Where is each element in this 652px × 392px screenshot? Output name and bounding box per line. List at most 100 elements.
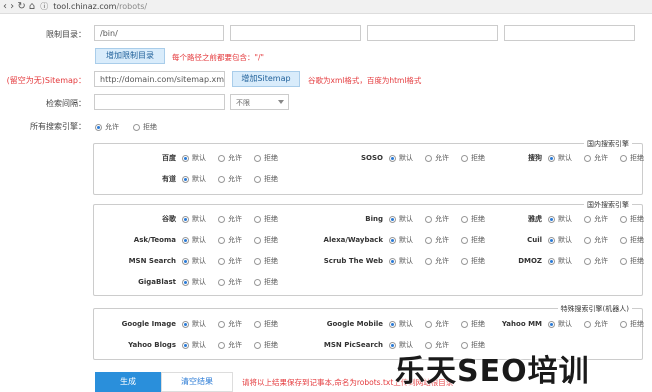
radio-option[interactable]: 允许 [425, 319, 461, 329]
radio-option[interactable]: 默认 [389, 319, 425, 329]
restrict-dir-input-3[interactable] [367, 25, 498, 41]
site-info-icon[interactable]: ⓘ [40, 2, 48, 12]
radio-option[interactable]: 默认 [182, 319, 218, 329]
radio-option[interactable]: 默认 [548, 256, 584, 266]
restrict-dir-input-1[interactable]: /bin/ [94, 25, 224, 41]
radio-icon[interactable] [425, 320, 432, 328]
radio-icon[interactable] [218, 257, 225, 265]
radio-icon[interactable] [548, 215, 555, 223]
radio-option[interactable]: 拒绝 [620, 153, 652, 163]
radio-icon[interactable] [425, 215, 432, 223]
generate-button[interactable]: 生成 [95, 372, 161, 392]
radio-icon[interactable] [254, 236, 261, 244]
radio-icon[interactable] [133, 123, 140, 131]
radio-icon[interactable] [548, 320, 555, 328]
radio-icon[interactable] [218, 236, 225, 244]
radio-icon[interactable] [218, 320, 225, 328]
radio-icon[interactable] [182, 320, 189, 328]
radio-icon[interactable] [620, 257, 627, 265]
engine-options[interactable]: 默认 允许 拒绝 [548, 319, 652, 329]
radio-option[interactable]: 允许 [425, 153, 461, 163]
radio-option[interactable]: 允许 [218, 340, 254, 350]
address-bar[interactable]: ‹ › ↻ ⌂ ⓘ tool.chinaz.com/robots/ [0, 0, 652, 14]
radio-option[interactable]: 允许 [425, 235, 461, 245]
engine-options[interactable]: 默认 允许 拒绝 [182, 174, 290, 184]
radio-option[interactable]: 允许 [425, 256, 461, 266]
radio-icon[interactable] [584, 257, 591, 265]
radio-icon[interactable] [425, 236, 432, 244]
radio-icon[interactable] [182, 175, 189, 183]
radio-icon[interactable] [254, 341, 261, 349]
radio-icon[interactable] [254, 320, 261, 328]
radio-icon[interactable] [389, 215, 396, 223]
engine-options[interactable]: 默认 允许 拒绝 [548, 153, 652, 163]
sitemap-input[interactable]: http://domain.com/sitemap.xml [94, 71, 225, 87]
radio-option[interactable]: 允许 [218, 214, 254, 224]
radio-option[interactable]: 允许 [218, 174, 254, 184]
radio-icon[interactable] [254, 154, 261, 162]
radio-icon[interactable] [218, 175, 225, 183]
restrict-dir-input-4[interactable] [504, 25, 635, 41]
radio-option[interactable]: 默认 [182, 277, 218, 287]
radio-option[interactable]: 默认 [548, 214, 584, 224]
radio-option[interactable]: 默认 [182, 174, 218, 184]
radio-icon[interactable] [548, 257, 555, 265]
radio-option[interactable]: 拒绝 [133, 122, 157, 132]
radio-option[interactable]: 拒绝 [254, 277, 290, 287]
radio-option[interactable]: 允许 [218, 256, 254, 266]
radio-option[interactable]: 允许 [95, 122, 119, 132]
radio-option[interactable]: 默认 [389, 214, 425, 224]
all-engines-radio-group[interactable]: 允许 拒绝 [95, 122, 157, 132]
radio-icon[interactable] [389, 154, 396, 162]
radio-option[interactable]: 允许 [584, 235, 620, 245]
radio-icon[interactable] [620, 154, 627, 162]
radio-icon[interactable] [389, 320, 396, 328]
radio-icon[interactable] [254, 278, 261, 286]
radio-icon[interactable] [218, 154, 225, 162]
radio-icon[interactable] [584, 154, 591, 162]
radio-option[interactable]: 默认 [548, 153, 584, 163]
radio-icon[interactable] [620, 320, 627, 328]
radio-icon[interactable] [95, 123, 102, 131]
radio-option[interactable]: 允许 [425, 214, 461, 224]
radio-icon[interactable] [584, 320, 591, 328]
add-restrict-dir-button[interactable]: 增加限制目录 [95, 48, 165, 64]
add-sitemap-button[interactable]: 增加Sitemap [232, 71, 300, 87]
engine-options[interactable]: 默认 允许 拒绝 [548, 256, 652, 266]
url-text[interactable]: tool.chinaz.com/robots/ [53, 2, 147, 11]
radio-icon[interactable] [218, 278, 225, 286]
engine-options[interactable]: 默认 允许 拒绝 [548, 214, 652, 224]
radio-option[interactable]: 默认 [548, 319, 584, 329]
radio-icon[interactable] [620, 215, 627, 223]
radio-option[interactable]: 默认 [182, 340, 218, 350]
radio-option[interactable]: 允许 [218, 319, 254, 329]
radio-icon[interactable] [182, 341, 189, 349]
radio-option[interactable]: 默认 [389, 153, 425, 163]
radio-option[interactable]: 默认 [182, 235, 218, 245]
restrict-dir-input-2[interactable] [230, 25, 361, 41]
radio-icon[interactable] [389, 257, 396, 265]
radio-option[interactable]: 默认 [389, 235, 425, 245]
radio-icon[interactable] [218, 215, 225, 223]
radio-option[interactable]: 允许 [584, 256, 620, 266]
radio-icon[interactable] [254, 257, 261, 265]
radio-icon[interactable] [548, 154, 555, 162]
radio-option[interactable]: 默认 [548, 235, 584, 245]
radio-icon[interactable] [425, 257, 432, 265]
radio-option[interactable]: 拒绝 [620, 319, 652, 329]
radio-icon[interactable] [425, 154, 432, 162]
radio-icon[interactable] [389, 236, 396, 244]
radio-icon[interactable] [620, 236, 627, 244]
radio-icon[interactable] [182, 278, 189, 286]
radio-option[interactable]: 允许 [218, 235, 254, 245]
radio-option[interactable]: 拒绝 [620, 256, 652, 266]
radio-icon[interactable] [182, 236, 189, 244]
radio-option[interactable]: 拒绝 [620, 214, 652, 224]
radio-icon[interactable] [182, 257, 189, 265]
radio-option[interactable]: 默认 [389, 256, 425, 266]
radio-icon[interactable] [584, 215, 591, 223]
engine-options[interactable]: 默认 允许 拒绝 [548, 235, 652, 245]
radio-option[interactable]: 允许 [218, 153, 254, 163]
radio-option[interactable]: 允许 [218, 277, 254, 287]
radio-option[interactable]: 拒绝 [620, 235, 652, 245]
